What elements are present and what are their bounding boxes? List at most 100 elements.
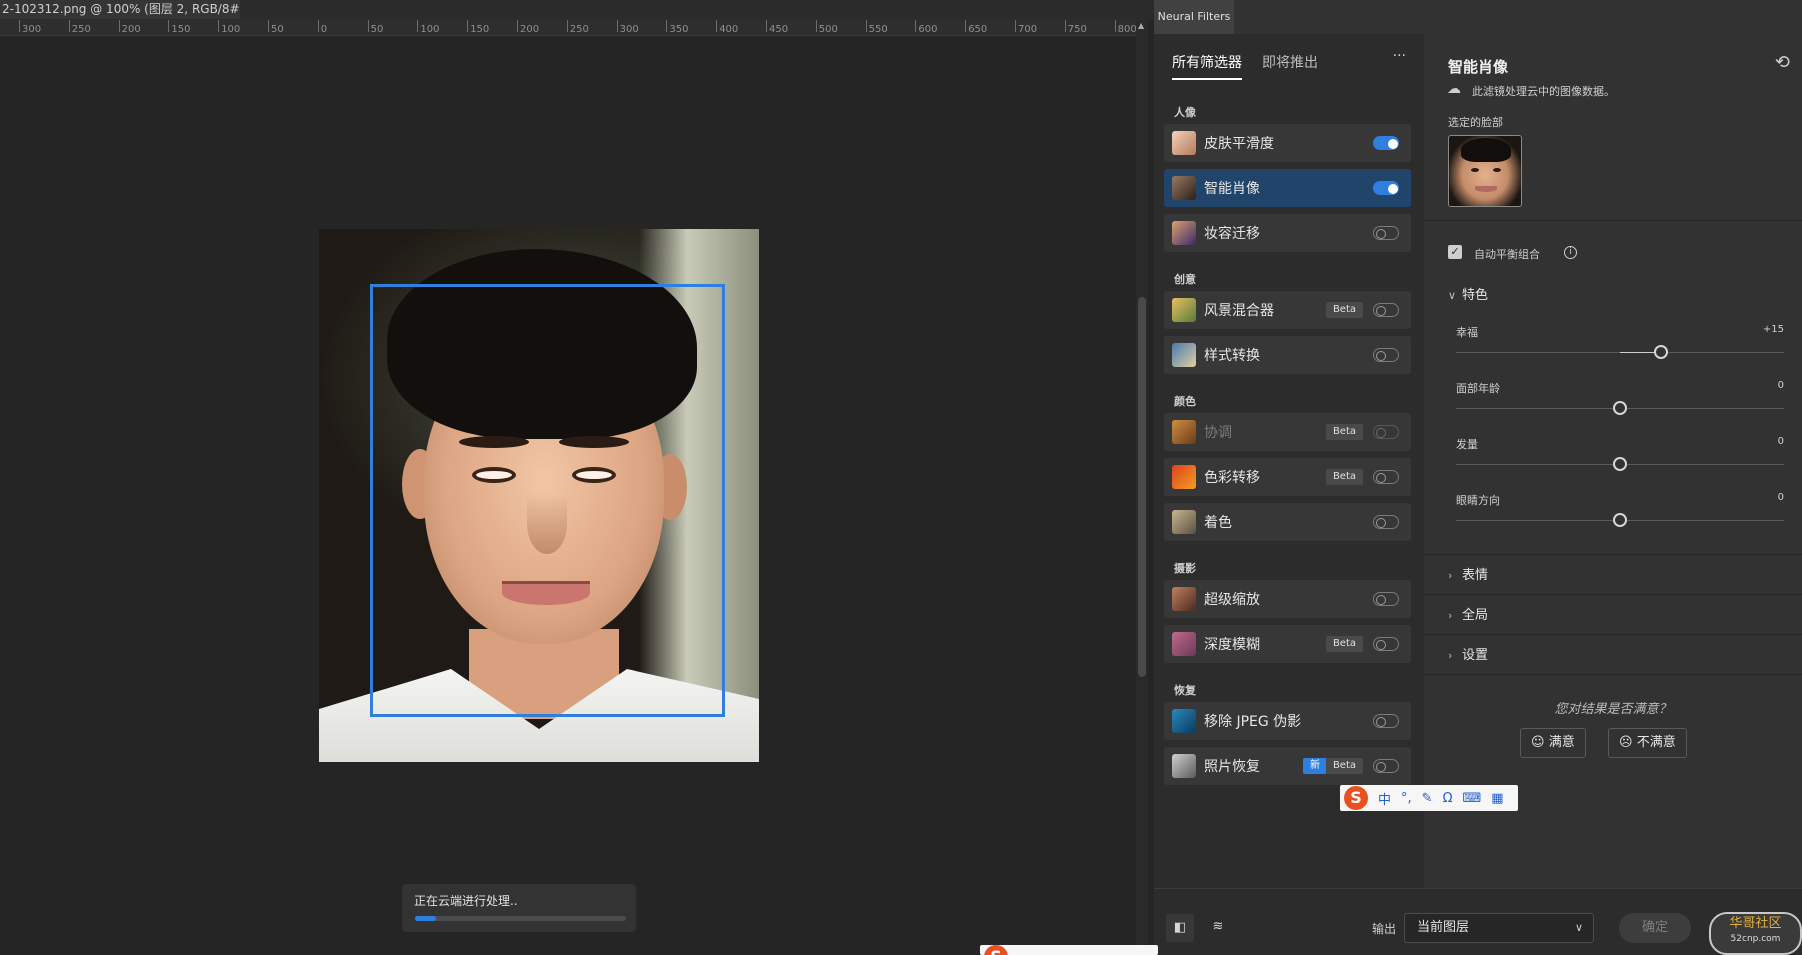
filter-item-style-transfer[interactable]: 样式转换: [1164, 336, 1411, 374]
toggle-landscape-mixer[interactable]: [1373, 303, 1399, 317]
beta-badge: Beta: [1325, 424, 1363, 440]
slider-hair-amount-knob[interactable]: [1613, 457, 1627, 471]
category-color: 颜色: [1174, 395, 1196, 408]
filter-settings-panel: 智能肖像 ⟲ ☁ 此滤镜处理云中的图像数据。 选定的脸部 ✓ 自动平衡组合 i …: [1424, 34, 1802, 888]
section-settings[interactable]: › 设置: [1448, 644, 1488, 663]
section-features[interactable]: ∨ 特色: [1448, 284, 1488, 303]
toggle-depth-blur[interactable]: [1373, 637, 1399, 651]
filter-label: 妆容迁移: [1204, 226, 1260, 242]
toggle-skin-smoothing[interactable]: [1373, 136, 1399, 150]
toggle-smart-portrait[interactable]: [1373, 181, 1399, 195]
divider: [1424, 634, 1802, 635]
ime-toolbar-secondary[interactable]: S: [980, 945, 1158, 955]
filter-item-photo-restoration[interactable]: 照片恢复 新 Beta: [1164, 747, 1411, 785]
filter-item-skin-smoothing[interactable]: 皮肤平滑度: [1164, 124, 1411, 162]
ruler-tick-label: 800: [1114, 20, 1137, 35]
document-tab-title: 2-102312.png @ 100% (图层 2, RGB/8#) *: [2, 2, 240, 16]
watermark-logo: 华哥社区 52cnp.com: [1709, 912, 1802, 955]
ruler-tick-label: 200: [118, 20, 141, 35]
before-after-icon[interactable]: ◧: [1166, 914, 1194, 942]
unsatisfied-button[interactable]: ☹ 不满意: [1608, 728, 1687, 758]
ruler-tick-label: 150: [168, 20, 191, 35]
layers-icon[interactable]: ≋: [1204, 914, 1232, 942]
toggle-super-zoom[interactable]: [1373, 592, 1399, 606]
ruler-tick-label: 100: [417, 20, 440, 35]
toggle-colorize[interactable]: [1373, 515, 1399, 529]
ruler-tick-label: 400: [716, 20, 739, 35]
toggle-color-transfer[interactable]: [1373, 470, 1399, 484]
horizontal-ruler: 300 250 200 150 100 50 0 50 100 150 200 250 300 350 40…: [0, 19, 1142, 36]
auto-balance-label: 自动平衡组合: [1474, 248, 1540, 261]
chevron-down-icon: ∨: [1448, 289, 1457, 302]
photo-restoration-icon: [1172, 754, 1196, 778]
canvas-vertical-scrollbar[interactable]: ▲: [1136, 19, 1148, 955]
output-select[interactable]: 当前图层 ∨: [1404, 913, 1594, 943]
ime-keyboard-icon[interactable]: ⌨: [1463, 791, 1482, 806]
ruler-tick-label: 300: [18, 20, 42, 35]
auto-balance-checkbox[interactable]: ✓: [1448, 245, 1462, 259]
ruler-tick-label: 200: [516, 20, 540, 35]
slider-face-age-label: 面部年龄: [1456, 382, 1500, 395]
section-settings-label: 设置: [1462, 648, 1489, 663]
toggle-jpeg-artifacts[interactable]: [1373, 714, 1399, 728]
ruler-tick-label: 700: [1014, 20, 1038, 35]
filter-item-super-zoom[interactable]: 超级缩放: [1164, 580, 1411, 618]
scrollbar-thumb[interactable]: [1138, 297, 1146, 677]
satisfied-label: 满意: [1548, 735, 1575, 750]
processing-progress-fill: [415, 916, 437, 921]
divider: [1424, 594, 1802, 595]
ruler-tick-label: 100: [218, 20, 241, 35]
reset-icon[interactable]: ⟲: [1775, 52, 1790, 73]
scroll-up-icon[interactable]: ▲: [1138, 21, 1144, 30]
info-icon[interactable]: i: [1564, 246, 1577, 259]
satisfied-button[interactable]: ☺ 满意: [1520, 728, 1586, 758]
ime-punctuation-icon[interactable]: °,: [1401, 791, 1412, 806]
filter-item-color-transfer[interactable]: 色彩转移 Beta: [1164, 458, 1411, 496]
document-tab[interactable]: 2-102312.png @ 100% (图层 2, RGB/8#) *×: [0, 0, 240, 19]
ruler-tick-label: 350: [666, 20, 689, 35]
slider-eye-direction-knob[interactable]: [1613, 513, 1627, 527]
unsatisfied-label: 不满意: [1636, 735, 1676, 750]
toggle-photo-restoration[interactable]: [1373, 759, 1399, 773]
filter-item-landscape-mixer[interactable]: 风景混合器 Beta: [1164, 291, 1411, 329]
ime-toolbar[interactable]: S 中 °, ✎ Ω ⌨ ▦: [1340, 785, 1518, 811]
filter-item-colorize[interactable]: 着色: [1164, 503, 1411, 541]
category-photography: 摄影: [1174, 562, 1196, 575]
filter-item-depth-blur[interactable]: 深度模糊 Beta: [1164, 625, 1411, 663]
makeup-transfer-icon: [1172, 221, 1196, 245]
output-value: 当前图层: [1417, 920, 1470, 935]
section-expression[interactable]: › 表情: [1448, 564, 1488, 583]
divider: [1424, 554, 1802, 555]
tab-all-filters[interactable]: 所有筛选器: [1172, 52, 1242, 80]
ime-chinese-mode[interactable]: 中: [1378, 789, 1391, 808]
filter-item-jpeg-artifacts-removal[interactable]: 移除 JPEG 伪影: [1164, 702, 1411, 740]
filter-title: 智能肖像: [1448, 58, 1509, 76]
filter-item-makeup-transfer[interactable]: 妆容迁移: [1164, 214, 1411, 252]
ok-button[interactable]: 确定: [1619, 913, 1691, 943]
super-zoom-icon: [1172, 587, 1196, 611]
slider-happiness-knob[interactable]: [1654, 345, 1668, 359]
ime-symbol-icon[interactable]: Ω: [1443, 791, 1453, 806]
selected-face-thumbnail[interactable]: [1448, 135, 1522, 207]
beta-badge: Beta: [1325, 469, 1363, 485]
slider-hair-amount-value: 0: [1777, 436, 1784, 447]
filter-item-smart-portrait[interactable]: 智能肖像: [1164, 169, 1411, 207]
toggle-makeup-transfer[interactable]: [1373, 226, 1399, 240]
divider: [1424, 674, 1802, 675]
ruler-tick-label: 500: [815, 20, 838, 35]
category-creative: 创意: [1174, 273, 1196, 286]
filter-label: 色彩转移: [1204, 470, 1260, 486]
panel-footer: ◧ ≋ 输出 当前图层 ∨ 确定: [1154, 888, 1802, 955]
slider-eye-direction-label: 眼睛方向: [1456, 494, 1500, 507]
tab-coming-soon[interactable]: 即将推出: [1262, 52, 1318, 80]
toggle-style-transfer[interactable]: [1373, 348, 1399, 362]
more-options-icon[interactable]: ···: [1393, 48, 1406, 64]
ime-pen-icon[interactable]: ✎: [1422, 791, 1433, 806]
ruler-tick-label: 750: [1064, 20, 1087, 35]
ime-apps-icon[interactable]: ▦: [1491, 791, 1503, 806]
section-global[interactable]: › 全局: [1448, 604, 1488, 623]
neural-filters-panel-tab[interactable]: Neural Filters: [1154, 0, 1234, 34]
slider-face-age-knob[interactable]: [1613, 401, 1627, 415]
ime-logo-icon: S: [1344, 786, 1368, 810]
filter-label: 协调: [1204, 425, 1232, 441]
